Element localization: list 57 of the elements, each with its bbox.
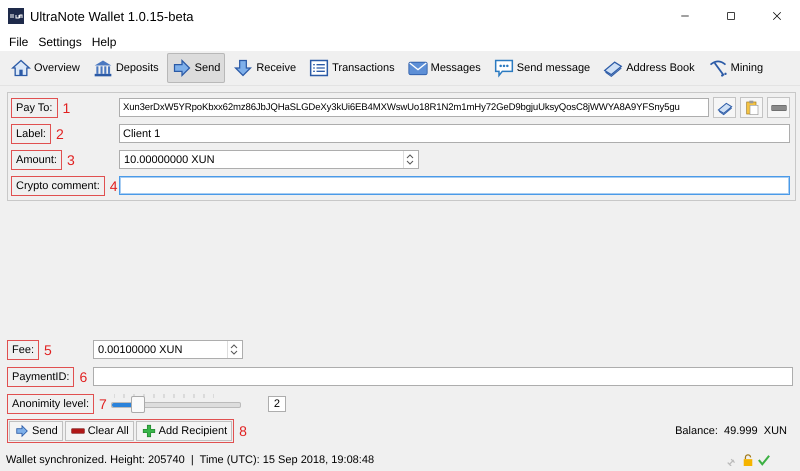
- toolbar-button[interactable]: Send message: [488, 53, 596, 83]
- house-icon: [11, 58, 31, 78]
- action-button[interactable]: Send: [9, 421, 63, 441]
- callout-number: 4: [110, 178, 118, 194]
- toolbar-button[interactable]: Receive: [228, 53, 302, 83]
- window-title: UltraNote Wallet 1.0.15-beta: [30, 8, 195, 24]
- arrow-down-icon: [233, 58, 254, 78]
- callout-number: 2: [56, 126, 64, 142]
- anonymity-slider[interactable]: [110, 394, 241, 414]
- clipboard-icon[interactable]: [744, 100, 760, 116]
- input-field[interactable]: [119, 176, 790, 195]
- balance-text: Balance: 49.999 XUN: [675, 425, 787, 437]
- input-field[interactable]: Client 1: [119, 124, 790, 143]
- field-label: Label:: [11, 124, 51, 144]
- level-value: 2: [268, 396, 286, 412]
- toolbar-button[interactable]: Deposits: [88, 53, 164, 83]
- callout-number: 6: [79, 368, 88, 384]
- app-logo-icon: [8, 8, 24, 24]
- toolbar-button[interactable]: Transactions: [304, 53, 400, 83]
- callout-number: 5: [44, 342, 52, 358]
- toolbar-button[interactable]: Messages: [402, 53, 486, 83]
- field-label: Fee:: [7, 340, 40, 360]
- maximize-icon[interactable]: [725, 10, 737, 22]
- callout-number: 7: [99, 396, 107, 412]
- field-label: Pay To:: [11, 98, 58, 118]
- field-label: Anonimity level:: [7, 394, 94, 414]
- status-text: Wallet synchronized. Height: 205740 | Time (UTC): 15 Sep 2018, 19:08:48: [6, 454, 376, 466]
- chat-bubble-icon: [494, 58, 514, 78]
- action-button[interactable]: Add Recipient: [136, 421, 232, 441]
- input-field[interactable]: [93, 367, 793, 386]
- address-field[interactable]: Xun3erDxW5YRpoKbxx62mz86JbJQHaSLGDeXy3kUi6EB4MXWswUo18R1N2m1mHy72GeD9bgjuUksyQosC8jWWYA8A9YFSny5gu: [119, 98, 709, 117]
- callout-number: 3: [66, 152, 75, 168]
- plus-icon: [140, 424, 157, 438]
- menu-item[interactable]: File: [4, 34, 34, 48]
- callout-number: 1: [62, 100, 70, 116]
- checkmark-icon: [758, 454, 770, 466]
- close-icon[interactable]: [771, 10, 783, 22]
- field-label: PaymentID:: [7, 366, 74, 386]
- field-label: Crypto comment:: [11, 176, 105, 196]
- menu-item[interactable]: Settings: [33, 34, 87, 48]
- menu-item[interactable]: Help: [86, 34, 122, 48]
- arrow-right-icon: [14, 424, 30, 438]
- amount-spinbox[interactable]: 10.00000000 XUN: [119, 150, 419, 169]
- pickaxe-icon: [708, 58, 728, 78]
- lock-icon: [742, 454, 754, 466]
- field-label: Amount:: [11, 150, 62, 170]
- arrow-right-icon: [172, 58, 192, 78]
- bank-icon: [92, 58, 113, 78]
- toolbar-button[interactable]: Mining: [702, 53, 768, 83]
- fee-spinbox[interactable]: 0.00100000 XUN: [93, 340, 243, 359]
- callout-number: 8: [239, 423, 247, 439]
- toolbar-button[interactable]: Overview: [6, 53, 85, 83]
- toolbar-button[interactable]: Address Book: [598, 53, 700, 83]
- address-book-icon[interactable]: [716, 100, 732, 116]
- list-icon: [309, 58, 330, 78]
- action-button[interactable]: Clear All: [64, 421, 134, 441]
- toolbar-button[interactable]: Send: [166, 53, 226, 83]
